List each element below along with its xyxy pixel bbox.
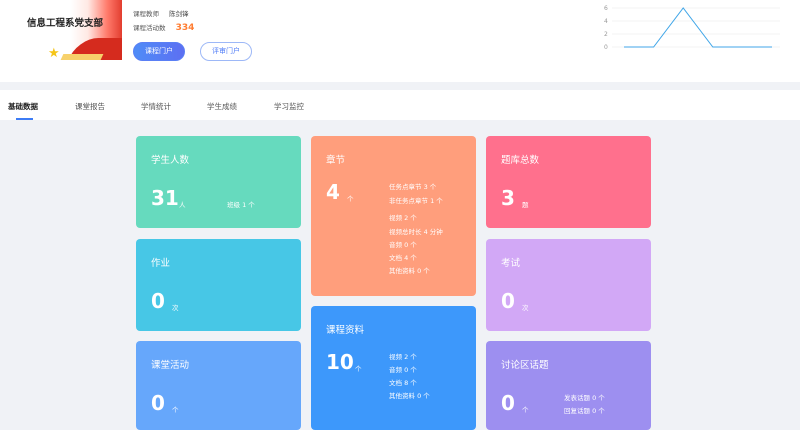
activity-count: 334	[175, 23, 195, 33]
class-count: 班级 1 个	[227, 201, 255, 209]
chapter-detail: 非任务点章节 1 个	[389, 197, 443, 205]
material-detail: 音频 0 个	[389, 366, 417, 374]
card-unit: 个	[347, 195, 354, 203]
course-portal-button[interactable]: 课程门户	[133, 42, 185, 61]
card-value: 0	[151, 289, 165, 313]
tab-student-grades[interactable]: 学生成绩	[207, 101, 237, 112]
material-detail: 视频 2 个	[389, 353, 417, 361]
card-title: 课程资料	[326, 325, 365, 336]
card-title: 题库总数	[501, 155, 540, 166]
activity-label: 课程活动数	[133, 24, 166, 32]
course-banner: ★ 信息工程系党支部	[0, 0, 122, 60]
card-title: 讨论区话题	[501, 360, 549, 371]
card-value: 0	[151, 391, 165, 415]
chapter-detail: 视频 2 个	[389, 214, 417, 222]
chapter-detail: 任务点章节 3 个	[389, 183, 437, 191]
y-tick-label: 6	[604, 5, 608, 12]
card-title: 作业	[151, 258, 171, 269]
ribbon-decoration	[60, 54, 104, 60]
tab-bar: 基础数据 课堂报告 学情统计 学生成绩 学习监控	[0, 90, 800, 120]
star-icon: ★	[48, 46, 60, 60]
series-line	[624, 7, 772, 48]
card-class-activity[interactable]: 课堂活动 0 个	[136, 341, 301, 430]
org-title: 信息工程系党支部	[27, 18, 104, 29]
activity-line-chart: 0 2 4 6	[604, 5, 780, 51]
card-question-bank[interactable]: 题库总数 3 题	[486, 136, 651, 228]
discussion-detail: 发表话题 0 个	[564, 394, 605, 402]
card-title: 章节	[326, 155, 346, 166]
y-tick-label: 0	[604, 44, 608, 51]
teacher-info: 课程教师 陈剑锋	[133, 8, 189, 18]
card-students[interactable]: 学生人数 31 人 班级 1 个	[136, 136, 301, 228]
chapter-detail: 音频 0 个	[389, 241, 417, 249]
card-exam[interactable]: 考试 0 次	[486, 239, 651, 331]
card-value: 0	[501, 391, 515, 415]
tab-class-report[interactable]: 课堂报告	[75, 101, 105, 112]
teacher-label: 课程教师	[133, 10, 159, 18]
card-homework[interactable]: 作业 0 次	[136, 239, 301, 331]
course-header: ★ 信息工程系党支部 课程教师 陈剑锋 课程活动数 334 课程门户 评审门户 …	[0, 0, 800, 82]
review-portal-button[interactable]: 评审门户	[200, 42, 252, 61]
card-title: 学生人数	[151, 155, 190, 166]
card-unit: 次	[172, 304, 179, 312]
chapter-detail: 文档 4 个	[389, 254, 417, 262]
card-value: 4	[326, 180, 340, 204]
card-course-materials[interactable]: 课程资料 10 个 视频 2 个 音频 0 个 文档 8 个 其他资料 0 个	[311, 306, 476, 430]
card-value: 10	[326, 350, 354, 374]
y-tick-label: 2	[604, 31, 608, 38]
card-chapters[interactable]: 章节 4 个 任务点章节 3 个 非任务点章节 1 个 视频 2 个 视频总时长…	[311, 136, 476, 296]
card-discussion[interactable]: 讨论区话题 0 个 发表话题 0 个 回复话题 0 个	[486, 341, 651, 430]
card-value: 3	[501, 186, 515, 210]
card-title: 课堂活动	[151, 360, 190, 371]
card-unit: 题	[522, 201, 529, 209]
card-value: 31	[151, 186, 179, 210]
card-unit: 人	[179, 201, 186, 209]
chapter-detail: 视频总时长 4 分钟	[389, 228, 443, 236]
card-unit: 个	[355, 365, 362, 373]
card-value: 0	[501, 289, 515, 313]
card-title: 考试	[501, 258, 521, 269]
tab-learning-monitor[interactable]: 学习监控	[274, 101, 304, 112]
tab-basic-data[interactable]: 基础数据	[8, 101, 38, 112]
teacher-name: 陈剑锋	[169, 10, 189, 18]
card-unit: 个	[522, 406, 529, 414]
material-detail: 文档 8 个	[389, 379, 417, 387]
material-detail: 其他资料 0 个	[389, 392, 430, 400]
card-unit: 次	[522, 304, 529, 312]
card-unit: 个	[172, 406, 179, 414]
y-tick-label: 4	[604, 18, 608, 25]
active-tab-indicator	[16, 118, 33, 120]
tab-learning-stats[interactable]: 学情统计	[141, 101, 171, 112]
discussion-detail: 回复话题 0 个	[564, 407, 605, 415]
activity-info: 课程活动数 334	[133, 22, 194, 33]
chapter-detail: 其他资料 0 个	[389, 267, 430, 275]
